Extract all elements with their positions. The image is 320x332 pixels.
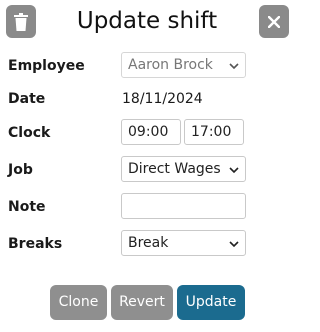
clock-start-input[interactable]: 09:00	[121, 119, 181, 145]
employee-row: Employee Aaron Brock	[0, 52, 294, 80]
clock-label: Clock	[8, 125, 51, 141]
employee-select[interactable]: Aaron Brock	[121, 52, 246, 78]
date-row: Date 18/11/2024	[0, 85, 294, 113]
job-value: Direct Wages	[128, 161, 221, 177]
chevron-down-icon	[229, 63, 239, 70]
revert-button[interactable]: Revert	[111, 285, 173, 320]
breaks-select[interactable]: Break	[121, 230, 246, 256]
note-label: Note	[8, 199, 46, 215]
date-label: Date	[8, 91, 46, 107]
update-button[interactable]: Update	[177, 285, 245, 320]
job-select[interactable]: Direct Wages	[121, 156, 246, 182]
breaks-row: Breaks Break	[0, 230, 294, 258]
chevron-down-icon	[229, 241, 239, 248]
close-button[interactable]	[259, 5, 289, 38]
job-label: Job	[8, 162, 33, 178]
dialog-title: Update shift	[76, 8, 218, 34]
note-row: Note	[0, 193, 294, 221]
employee-value: Aaron Brock	[128, 57, 213, 73]
chevron-down-icon	[229, 167, 239, 174]
clock-row: Clock 09:00 17:00	[0, 119, 294, 147]
dialog-header: Update shift	[0, 0, 294, 44]
clone-button[interactable]: Clone	[50, 285, 107, 320]
breaks-value: Break	[128, 235, 169, 251]
employee-label: Employee	[8, 58, 85, 74]
clock-end-input[interactable]: 17:00	[184, 119, 244, 145]
job-row: Job Direct Wages	[0, 156, 294, 184]
date-value: 18/11/2024	[122, 91, 203, 107]
close-icon	[268, 15, 280, 28]
note-input[interactable]	[121, 193, 246, 219]
breaks-label: Breaks	[8, 236, 63, 252]
